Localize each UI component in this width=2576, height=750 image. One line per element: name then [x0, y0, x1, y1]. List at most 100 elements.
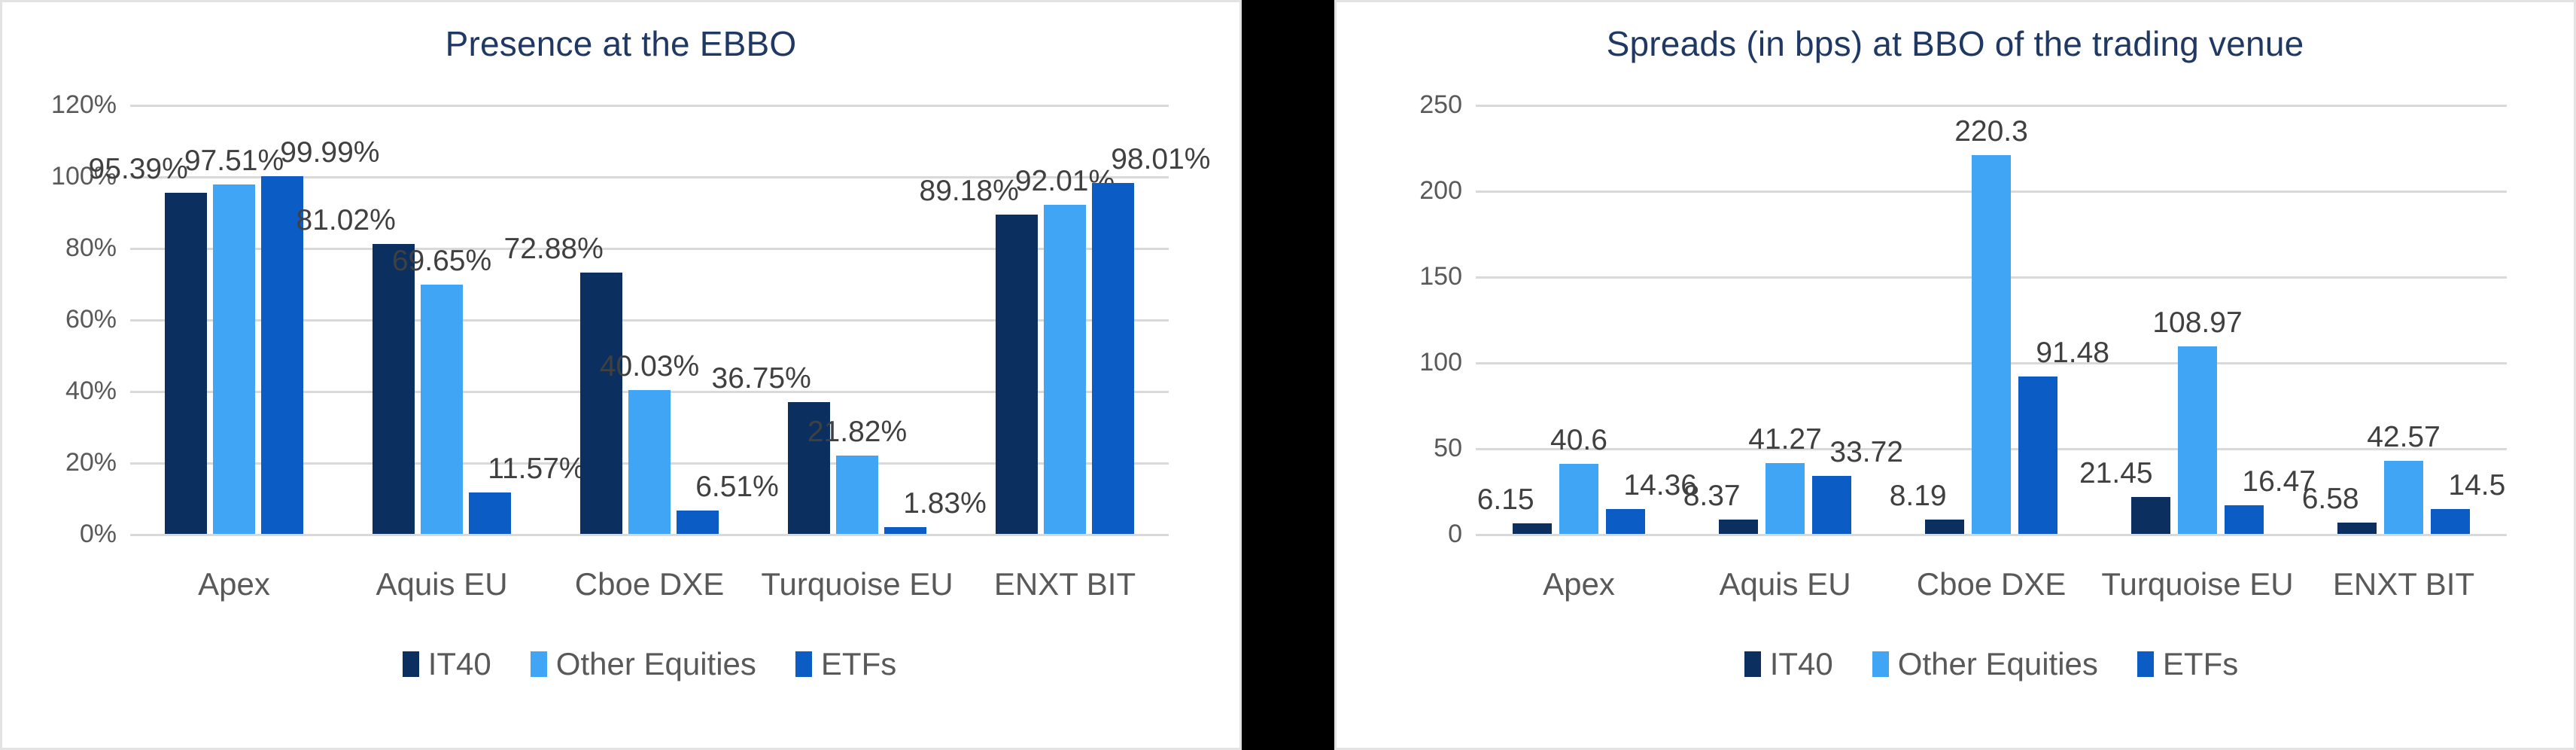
- y-axis-tick-label: 60%: [65, 304, 117, 334]
- y-axis-tick-label: 50: [1434, 433, 1462, 462]
- bar-value-label: 6.58: [2301, 482, 2359, 515]
- bar[interactable]: [1092, 183, 1134, 534]
- x-axis-tick-label: Apex: [198, 566, 270, 602]
- bar[interactable]: [2225, 505, 2264, 534]
- bar[interactable]: [1972, 155, 2011, 534]
- bar-slot: 99.99%: [261, 105, 379, 534]
- legend-label: Other Equities: [555, 645, 756, 681]
- legend-item[interactable]: ETFs: [795, 648, 896, 680]
- bar[interactable]: [1606, 508, 1645, 534]
- bar-slot: 98.01%: [1092, 105, 1210, 534]
- bar[interactable]: [580, 273, 622, 534]
- bar-value-label: 89.18%: [919, 175, 1019, 207]
- bar-slot: 16.47: [2225, 105, 2316, 534]
- y-axis-tick-label: 0%: [79, 519, 117, 548]
- bar[interactable]: [677, 510, 719, 534]
- bar-group: 21.45 108.97 16.47: [2079, 105, 2316, 534]
- bar-slot: 40.6: [1550, 105, 1607, 534]
- bar[interactable]: [2178, 346, 2217, 534]
- right-plot-area: 0 50 100 150 200 250 6.15 40.6 14.36 8.37 41.27 33.…: [1337, 63, 2574, 681]
- bar[interactable]: [421, 284, 463, 534]
- bar[interactable]: [2431, 508, 2470, 534]
- bar[interactable]: [2384, 460, 2423, 534]
- left-plot-area: 0% 20% 40% 60% 80% 100% 120% 95.39% 97.51% 99.99%…: [2, 63, 1239, 681]
- bar-slot: 108.97: [2152, 105, 2243, 534]
- bar[interactable]: [165, 192, 207, 534]
- chart-legend: IT40 Other Equities ETFs: [1476, 648, 2507, 680]
- bar-group: 6.15 40.6 14.36: [1476, 105, 1697, 534]
- legend-swatch-icon: [1872, 651, 1889, 677]
- bar[interactable]: [2018, 377, 2057, 534]
- bar[interactable]: [996, 215, 1038, 534]
- bar-value-label: 6.15: [1477, 483, 1534, 516]
- bar-slot: 91.48: [2018, 105, 2109, 534]
- legend-item[interactable]: IT40: [1744, 648, 1833, 680]
- legend-item[interactable]: Other Equities: [1872, 648, 2098, 680]
- bar-group: 95.39% 97.51% 99.99%: [89, 105, 379, 534]
- bar-value-label: 36.75%: [711, 362, 811, 395]
- bar[interactable]: [469, 492, 511, 534]
- axes-box: 0% 20% 40% 60% 80% 100% 120% 95.39% 97.51% 99.99%…: [51, 92, 1210, 547]
- bar-group: 81.02% 69.65% 11.57%: [297, 105, 585, 534]
- y-axis-tick-label: 120%: [51, 90, 117, 119]
- bar-group: 36.75% 21.82% 1.83%: [712, 105, 987, 534]
- legend-label: ETFs: [2162, 645, 2239, 681]
- bar[interactable]: [373, 243, 415, 534]
- x-axis-tick-label: Aquis EU: [1719, 566, 1851, 602]
- plot-canvas: 0% 20% 40% 60% 80% 100% 120% 95.39% 97.51% 99.99%…: [2, 63, 1239, 681]
- right-chart-panel: Spreads (in bps) at BBO of the trading v…: [1334, 0, 2576, 750]
- bar-slot: 92.01%: [1015, 105, 1115, 534]
- y-axis-tick-label: 100: [1419, 347, 1462, 377]
- bar-slot: 6.58: [2302, 105, 2377, 534]
- bar-value-label: 42.57: [2367, 420, 2441, 453]
- x-axis-tick-label: Turquoise EU: [761, 566, 953, 602]
- bar-slot: 220.3: [1954, 105, 2028, 534]
- y-axis-tick-label: 150: [1419, 261, 1462, 291]
- bar-groups: 6.15 40.6 14.36 8.37 41.27 33.72 8.19 220.3 91.4…: [1476, 105, 2507, 534]
- x-axis-tick-label: Turquoise EU: [2101, 566, 2294, 602]
- bar-value-label: 95.39%: [88, 152, 188, 185]
- legend-swatch-icon: [2137, 651, 2154, 677]
- bar-slot: 21.82%: [807, 105, 907, 534]
- bar-slot: 14.36: [1606, 105, 1697, 534]
- legend-item[interactable]: IT40: [402, 648, 491, 680]
- x-axis-tick-label: Apex: [1543, 566, 1615, 602]
- bar[interactable]: [1925, 519, 1964, 534]
- left-chart-panel: Presence at the EBBO 0% 20% 40% 60% 80% 100% 1…: [0, 0, 1242, 750]
- x-axis-labels: Apex Aquis EU Cboe DXE Turquoise EU ENXT BIT: [130, 566, 1169, 602]
- legend-item[interactable]: ETFs: [2137, 648, 2238, 680]
- bar-value-label: 98.01%: [1111, 143, 1211, 176]
- bar[interactable]: [1513, 523, 1552, 534]
- y-axis-tick-label: 40%: [65, 376, 117, 405]
- right-chart-title: Spreads (in bps) at BBO of the trading v…: [1606, 24, 2304, 63]
- bar-value-label: 8.19: [1889, 479, 1947, 512]
- bar[interactable]: [2337, 522, 2377, 534]
- bar-slot: 33.72: [1812, 105, 1903, 534]
- bar-slot: 6.51%: [677, 105, 779, 534]
- bar-slot: 36.75%: [712, 105, 830, 534]
- bar-groups: 95.39% 97.51% 99.99% 81.02% 69.65% 11.57% 72.8…: [89, 105, 1210, 534]
- bar-value-label: 14.5: [2448, 468, 2506, 502]
- bar[interactable]: [1559, 464, 1598, 534]
- bar-slot: 11.57%: [469, 105, 585, 534]
- bar[interactable]: [1812, 475, 1851, 534]
- y-axis-tick-label: 200: [1419, 175, 1462, 205]
- bar-value-label: 41.27: [1748, 422, 1822, 456]
- bar[interactable]: [884, 526, 926, 534]
- y-axis-tick-label: 250: [1419, 90, 1462, 119]
- bar[interactable]: [1044, 204, 1086, 534]
- bar[interactable]: [213, 184, 255, 534]
- dual-chart-figure: Presence at the EBBO 0% 20% 40% 60% 80% 100% 1…: [0, 0, 2576, 750]
- bar[interactable]: [2131, 496, 2170, 534]
- legend-item[interactable]: Other Equities: [530, 645, 756, 681]
- bar-slot: 40.03%: [600, 105, 699, 534]
- bar[interactable]: [628, 390, 671, 534]
- bar-slot: 41.27: [1748, 105, 1822, 534]
- left-chart-title: Presence at the EBBO: [445, 24, 797, 63]
- legend-swatch-icon: [530, 651, 547, 677]
- bar[interactable]: [1765, 462, 1805, 534]
- bar[interactable]: [1719, 519, 1758, 534]
- x-axis-tick-label: Aquis EU: [376, 566, 508, 602]
- legend-label: ETFs: [820, 645, 897, 681]
- bar[interactable]: [836, 455, 878, 534]
